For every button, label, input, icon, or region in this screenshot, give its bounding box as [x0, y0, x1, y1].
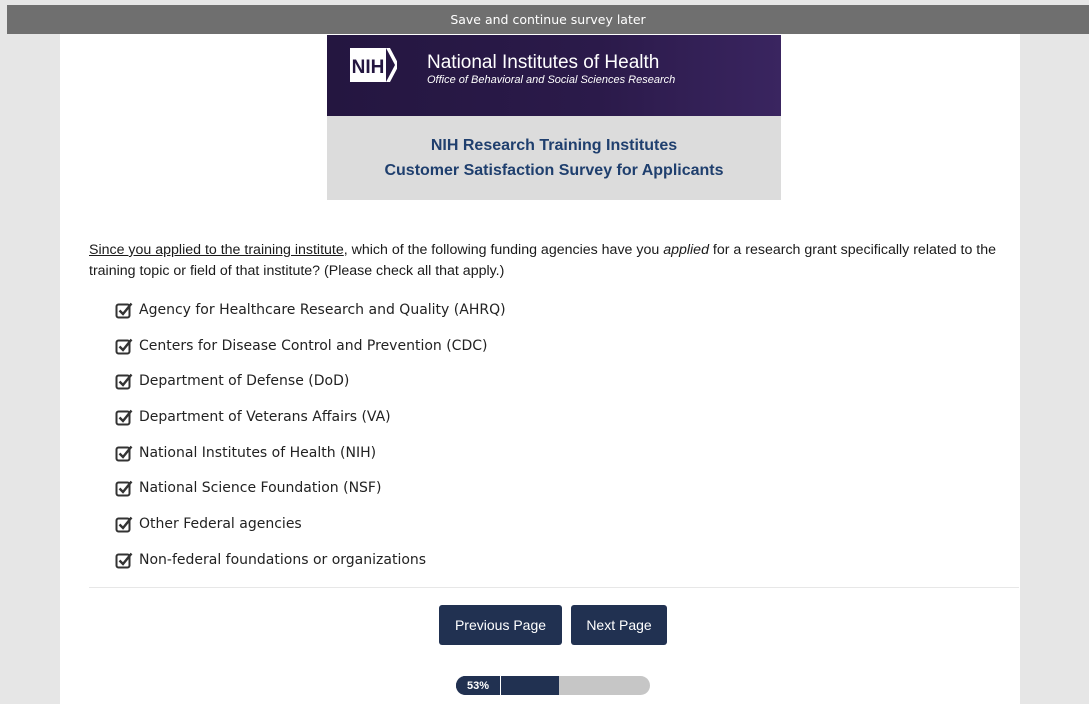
survey-title-line1: NIH Research Training Institutes	[430, 137, 678, 154]
checked-checkbox-icon[interactable]	[115, 479, 133, 497]
divider	[89, 587, 1019, 588]
checked-checkbox-icon[interactable]	[115, 408, 133, 426]
checked-checkbox-icon[interactable]	[115, 551, 133, 569]
option-label: Other Federal agencies	[139, 515, 302, 532]
question-text: Since you applied to the training instit…	[89, 240, 1009, 282]
option-label: Centers for Disease Control and Preventi…	[139, 337, 488, 354]
question-text-part2: , which of the following funding agencie…	[343, 242, 664, 258]
next-page-button[interactable]: Next Page	[571, 605, 667, 645]
org-name: National Institutes of Health	[427, 52, 660, 73]
survey-title: NIH Research Training Institutes Custome…	[327, 116, 781, 200]
option-nsf[interactable]: National Science Foundation (NSF)	[115, 470, 506, 506]
option-cdc[interactable]: Centers for Disease Control and Preventi…	[115, 328, 506, 364]
progress-label: 53%	[456, 676, 501, 695]
option-label: Agency for Healthcare Research and Quali…	[139, 301, 506, 318]
options-list: Agency for Healthcare Research and Quali…	[115, 292, 506, 578]
progress-bar: 53%	[456, 676, 650, 695]
checked-checkbox-icon[interactable]	[115, 301, 133, 319]
survey-header-banner: NIH National Institutes of Health Office…	[327, 35, 781, 200]
office-name: Office of Behavioral and Social Sciences…	[427, 74, 676, 86]
option-label: Non-federal foundations or organizations	[139, 551, 427, 568]
logo-band: NIH National Institutes of Health Office…	[327, 35, 781, 116]
option-dod[interactable]: Department of Defense (DoD)	[115, 363, 506, 399]
survey-content: NIH National Institutes of Health Office…	[60, 34, 1020, 704]
checked-checkbox-icon[interactable]	[115, 372, 133, 390]
option-other-federal[interactable]: Other Federal agencies	[115, 506, 506, 542]
option-ahrq[interactable]: Agency for Healthcare Research and Quali…	[115, 292, 506, 328]
logo-text: National Institutes of Health Office of …	[427, 53, 675, 87]
checked-checkbox-icon[interactable]	[115, 337, 133, 355]
save-continue-later-link[interactable]: Save and continue survey later	[450, 12, 645, 27]
option-label: Department of Defense (DoD)	[139, 373, 350, 390]
question-underlined-text: Since you applied to the training instit…	[89, 242, 344, 258]
checked-checkbox-icon[interactable]	[115, 515, 133, 533]
option-label: Department of Veterans Affairs (VA)	[139, 408, 391, 425]
nih-logo-text: NIH	[352, 57, 385, 78]
nih-logo: NIH	[350, 48, 397, 82]
previous-page-button[interactable]: Previous Page	[439, 605, 562, 645]
top-bar: Save and continue survey later	[7, 5, 1089, 34]
option-nih[interactable]: National Institutes of Health (NIH)	[115, 435, 506, 471]
question-italic-text: applied	[663, 242, 709, 258]
checked-checkbox-icon[interactable]	[115, 444, 133, 462]
option-label: National Science Foundation (NSF)	[139, 480, 382, 497]
option-va[interactable]: Department of Veterans Affairs (VA)	[115, 399, 506, 435]
option-label: National Institutes of Health (NIH)	[139, 444, 377, 461]
survey-title-line2: Customer Satisfaction Survey for Applica…	[384, 162, 724, 179]
option-non-federal[interactable]: Non-federal foundations or organizations	[115, 542, 506, 578]
